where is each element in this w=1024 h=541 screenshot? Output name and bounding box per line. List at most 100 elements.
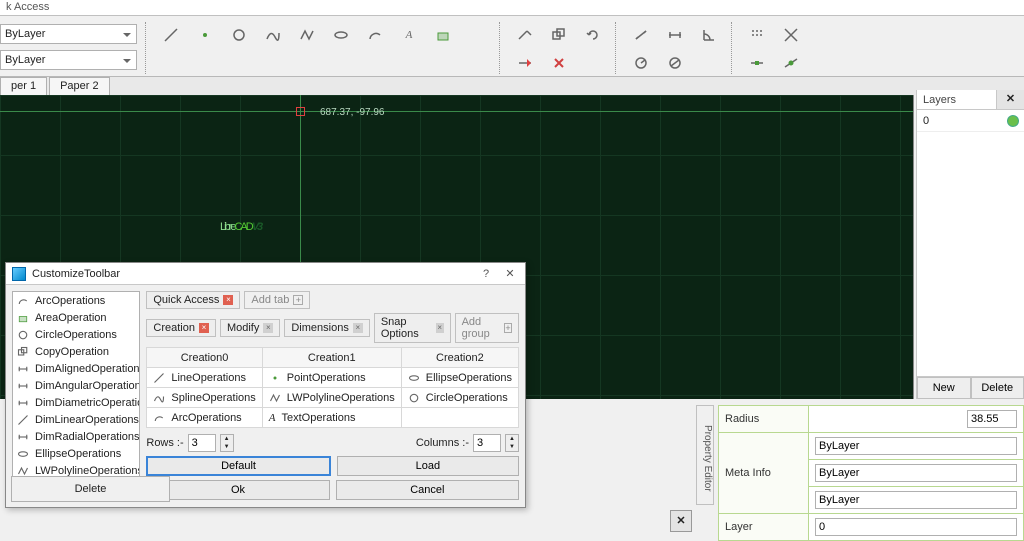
- list-item[interactable]: CopyOperation: [13, 343, 139, 360]
- operations-list[interactable]: ArcOperationsAreaOperationCircleOperatio…: [12, 291, 140, 501]
- canvas-tab[interactable]: per 1: [0, 77, 47, 95]
- layer-combo-1[interactable]: ByLayer: [0, 24, 137, 44]
- canvas-tabs: per 1 Paper 2: [0, 77, 1024, 95]
- coordinate-readout: 687.37, -97.96: [320, 107, 385, 118]
- grid-head: Creation1: [262, 348, 401, 368]
- separator: [731, 22, 735, 74]
- layers-title: Layers: [917, 94, 996, 106]
- move-icon[interactable]: [514, 24, 536, 46]
- list-item[interactable]: ArcOperations: [13, 292, 139, 309]
- property-editor-tab[interactable]: Property Editor: [696, 405, 714, 505]
- tab-creation[interactable]: Creation×: [146, 319, 216, 337]
- add-group-button[interactable]: Add group+: [455, 313, 519, 343]
- dim-angular-icon[interactable]: [698, 24, 720, 46]
- trim-icon[interactable]: [514, 52, 536, 74]
- list-item[interactable]: AreaOperation: [13, 309, 139, 326]
- grid-cell[interactable]: PointOperations: [269, 372, 395, 384]
- grid-cell[interactable]: CircleOperations: [408, 392, 512, 404]
- close-tab-icon[interactable]: ×: [436, 323, 444, 333]
- list-item[interactable]: DimDiametricOperations: [13, 394, 139, 411]
- combo-value: ByLayer: [5, 54, 45, 66]
- tab-modify[interactable]: Modify×: [220, 319, 280, 337]
- cancel-button[interactable]: Cancel: [336, 480, 519, 500]
- snap-intersection-icon[interactable]: [780, 24, 802, 46]
- grid-cell[interactable]: LineOperations: [153, 372, 255, 384]
- list-item[interactable]: DimAngularOperations: [13, 377, 139, 394]
- list-item[interactable]: CircleOperations: [13, 326, 139, 343]
- dialog-title: CustomizeToolbar: [32, 268, 471, 280]
- arc-icon[interactable]: [364, 24, 386, 46]
- canvas-tab[interactable]: Paper 2: [49, 77, 110, 95]
- dim-aligned-icon[interactable]: [630, 24, 652, 46]
- app-icon: [12, 267, 26, 281]
- grid-cell[interactable]: ArcOperations: [153, 412, 255, 424]
- ellipse-icon[interactable]: [330, 24, 352, 46]
- layer-combo-2[interactable]: ByLayer: [0, 50, 137, 70]
- property-table: Radius Meta Info Layer: [718, 405, 1024, 541]
- combo-value: ByLayer: [5, 28, 45, 40]
- snap-grid-icon[interactable]: [746, 24, 768, 46]
- close-icon[interactable]: ✕: [670, 510, 692, 532]
- load-button[interactable]: Load: [337, 456, 519, 476]
- copy-icon[interactable]: [548, 24, 570, 46]
- tab-dimensions[interactable]: Dimensions×: [284, 319, 369, 337]
- list-item[interactable]: DimLinearOperations: [13, 411, 139, 428]
- grid-cell[interactable]: LWPolylineOperations: [269, 392, 395, 404]
- dimension-tool-group: [627, 20, 723, 76]
- area-icon[interactable]: [432, 24, 454, 46]
- ok-button[interactable]: Ok: [146, 480, 329, 500]
- snap-entity-icon[interactable]: [780, 52, 802, 74]
- snap-middle-icon[interactable]: [746, 52, 768, 74]
- radius-input[interactable]: [967, 410, 1017, 428]
- list-item[interactable]: EllipseOperations: [13, 445, 139, 462]
- list-item[interactable]: DimAlignedOperations: [13, 360, 139, 377]
- separator: [615, 22, 619, 74]
- cols-spinner[interactable]: Columns :- ▲▼: [416, 434, 519, 452]
- delete-button[interactable]: Delete: [11, 476, 170, 502]
- grid-cell[interactable]: SplineOperations: [153, 392, 255, 404]
- meta-input[interactable]: [815, 491, 1017, 509]
- separator: [145, 22, 149, 74]
- delete-layer-button[interactable]: Delete: [971, 377, 1024, 399]
- close-tab-icon[interactable]: ×: [353, 323, 363, 333]
- text-icon[interactable]: A: [398, 24, 420, 46]
- close-icon[interactable]: ✕: [501, 267, 519, 280]
- dim-diametric-icon[interactable]: [664, 52, 686, 74]
- layer-input[interactable]: [815, 518, 1017, 536]
- tab-quick-access[interactable]: Quick Access×: [146, 291, 240, 309]
- separator: [499, 22, 503, 74]
- grid-cell[interactable]: ATextOperations: [269, 412, 395, 424]
- rotate-icon[interactable]: [582, 24, 604, 46]
- list-item[interactable]: DimRadialOperations: [13, 428, 139, 445]
- new-layer-button[interactable]: New: [917, 377, 971, 399]
- line-icon[interactable]: [160, 24, 182, 46]
- grid-head: Creation2: [401, 348, 518, 368]
- dim-linear-icon[interactable]: [664, 24, 686, 46]
- cols-input[interactable]: [473, 434, 501, 452]
- close-tab-icon[interactable]: ×: [263, 323, 273, 333]
- meta-input[interactable]: [815, 464, 1017, 482]
- cursor-marker: [296, 107, 305, 116]
- rows-spinner[interactable]: Rows :- ▲▼: [146, 434, 233, 452]
- prop-label-meta: Meta Info: [719, 433, 809, 514]
- point-icon[interactable]: [194, 24, 216, 46]
- rows-input[interactable]: [188, 434, 216, 452]
- default-button[interactable]: Default: [146, 456, 330, 476]
- remove-icon[interactable]: [548, 52, 570, 74]
- spline-icon[interactable]: [262, 24, 284, 46]
- close-tab-icon[interactable]: ×: [223, 295, 233, 305]
- dialog-titlebar[interactable]: CustomizeToolbar ? ✕: [6, 263, 525, 285]
- layer-color-icon: [1008, 116, 1018, 126]
- tab-snap[interactable]: Snap Options×: [374, 313, 451, 343]
- add-tab-button[interactable]: Add tab+: [244, 291, 310, 309]
- meta-input[interactable]: [815, 437, 1017, 455]
- window-title: k Access: [0, 0, 1024, 16]
- close-icon[interactable]: ✕: [996, 90, 1024, 109]
- grid-cell[interactable]: EllipseOperations: [408, 372, 512, 384]
- dim-radial-icon[interactable]: [630, 52, 652, 74]
- help-icon[interactable]: ?: [477, 268, 495, 280]
- circle-icon[interactable]: [228, 24, 250, 46]
- polyline-icon[interactable]: [296, 24, 318, 46]
- layer-row[interactable]: 0: [917, 110, 1024, 132]
- close-tab-icon[interactable]: ×: [199, 323, 209, 333]
